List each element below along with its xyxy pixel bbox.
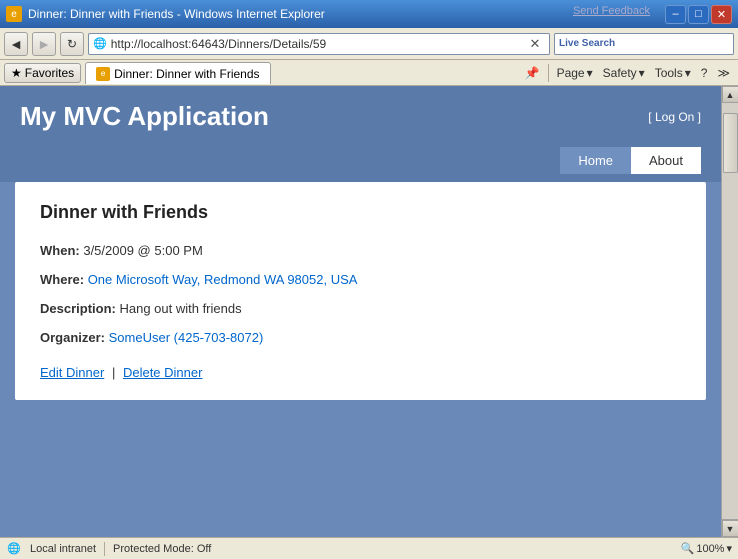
dinner-title: Dinner with Friends — [40, 202, 681, 223]
page-chevron: ▾ — [587, 66, 593, 80]
favorites-label: Favorites — [25, 66, 74, 80]
description-row: Description: Hang out with friends — [40, 301, 681, 316]
home-nav-button[interactable]: Home — [560, 147, 631, 174]
edit-dinner-link[interactable]: Edit Dinner — [40, 365, 104, 380]
minimize-button[interactable]: – — [665, 5, 686, 24]
scroll-down-button[interactable]: ▼ — [722, 520, 738, 537]
protected-mode-label: Protected Mode: Off — [113, 543, 211, 555]
zoom-chevron: ▾ — [726, 542, 732, 555]
tab-title: Dinner: Dinner with Friends — [114, 67, 259, 81]
close-button[interactable]: ✕ — [711, 5, 732, 24]
toolbar-buttons: 📌 Page ▾ Safety ▾ Tools ▾ ? ≫ — [521, 64, 734, 82]
forward-button[interactable]: ► — [32, 32, 56, 56]
browser-content: My MVC Application [ Log On ] Home About… — [0, 86, 721, 537]
organizer-label: Organizer: — [40, 330, 105, 345]
safety-label: Safety — [603, 66, 637, 80]
app-icon: e — [6, 6, 22, 22]
status-separator-1 — [104, 542, 105, 556]
zoom-level: 100% — [696, 543, 724, 555]
organizer-link[interactable]: SomeUser (425-703-8072) — [109, 330, 264, 345]
description-value: Hang out with friends — [119, 301, 241, 316]
description-label: Description: — [40, 301, 116, 316]
star-icon: ★ — [11, 66, 22, 80]
tools-menu[interactable]: Tools ▾ — [651, 64, 695, 82]
zoom-button[interactable]: 🔍 100% ▾ — [681, 542, 732, 555]
scroll-thumb[interactable] — [723, 113, 738, 173]
favorites-bar: ★ Favorites e Dinner: Dinner with Friend… — [0, 60, 738, 86]
tab-icon: e — [96, 67, 110, 81]
scroll-up-button[interactable]: ▲ — [722, 86, 738, 103]
browser-tab[interactable]: e Dinner: Dinner with Friends — [85, 62, 270, 84]
where-link[interactable]: One Microsoft Way, Redmond WA 98052, USA — [88, 272, 358, 287]
refresh-button[interactable]: ↻ — [60, 32, 84, 56]
title-bar: e Dinner: Dinner with Friends - Windows … — [0, 0, 738, 28]
page-title: My MVC Application — [20, 101, 269, 132]
window-title: Dinner: Dinner with Friends - Windows In… — [28, 7, 325, 21]
search-bar: Live Search 🔍 — [554, 33, 734, 55]
address-bar: 🌐 ✕ — [88, 33, 550, 55]
search-input[interactable] — [619, 37, 738, 51]
scrollbar-right: ▲ ▼ — [721, 86, 738, 537]
safety-menu[interactable]: Safety ▾ — [599, 64, 649, 82]
action-links: Edit Dinner | Delete Dinner — [40, 365, 681, 380]
favorites-button[interactable]: ★ Favorites — [4, 63, 81, 83]
help-menu[interactable]: ? — [697, 64, 712, 82]
scroll-track[interactable] — [722, 103, 738, 519]
page-wrapper: My MVC Application [ Log On ] Home About… — [0, 86, 721, 537]
about-nav-button[interactable]: About — [631, 147, 701, 174]
address-input[interactable] — [111, 37, 521, 51]
status-bar: 🌐 Local intranet Protected Mode: Off 🔍 1… — [0, 537, 738, 559]
maximize-button[interactable]: □ — [688, 5, 709, 24]
action-separator: | — [112, 365, 115, 380]
when-label: When: — [40, 243, 80, 258]
browser-content-area: My MVC Application [ Log On ] Home About… — [0, 86, 738, 537]
back-button[interactable]: ◄ — [4, 32, 28, 56]
where-row: Where: One Microsoft Way, Redmond WA 980… — [40, 272, 681, 287]
page-label: Page — [557, 66, 585, 80]
add-favorites-btn[interactable]: 📌 — [521, 64, 544, 82]
search-logo: Live Search — [559, 38, 615, 49]
nav-bar: ◄ ► ↻ 🌐 ✕ Live Search 🔍 — [0, 28, 738, 60]
delete-dinner-link[interactable]: Delete Dinner — [123, 365, 203, 380]
help-label: ? — [701, 66, 708, 80]
zone-icon: 🌐 — [6, 541, 22, 557]
nav-menu: Home About — [0, 147, 721, 182]
content-area: Dinner with Friends When: 3/5/2009 @ 5:0… — [15, 182, 706, 400]
page-header: My MVC Application [ Log On ] — [0, 86, 721, 147]
address-refresh-btn[interactable]: ✕ — [525, 34, 545, 54]
more-tools-btn[interactable]: ≫ — [713, 64, 734, 82]
toolbar-separator — [548, 64, 549, 82]
status-right: 🔍 100% ▾ — [681, 542, 732, 555]
address-icon: 🌐 — [93, 37, 107, 50]
log-on-link[interactable]: [ Log On ] — [648, 110, 701, 124]
when-value: 3/5/2009 @ 5:00 PM — [83, 243, 202, 258]
tools-chevron: ▾ — [685, 66, 691, 80]
zoom-icon: 🔍 — [681, 542, 695, 555]
tools-label: Tools — [655, 66, 683, 80]
safety-chevron: ▾ — [639, 66, 645, 80]
send-feedback-link[interactable]: Send Feedback — [573, 5, 650, 17]
organizer-row: Organizer: SomeUser (425-703-8072) — [40, 330, 681, 345]
page-menu[interactable]: Page ▾ — [553, 64, 597, 82]
zone-label: Local intranet — [30, 543, 96, 555]
when-row: When: 3/5/2009 @ 5:00 PM — [40, 243, 681, 258]
where-label: Where: — [40, 272, 84, 287]
